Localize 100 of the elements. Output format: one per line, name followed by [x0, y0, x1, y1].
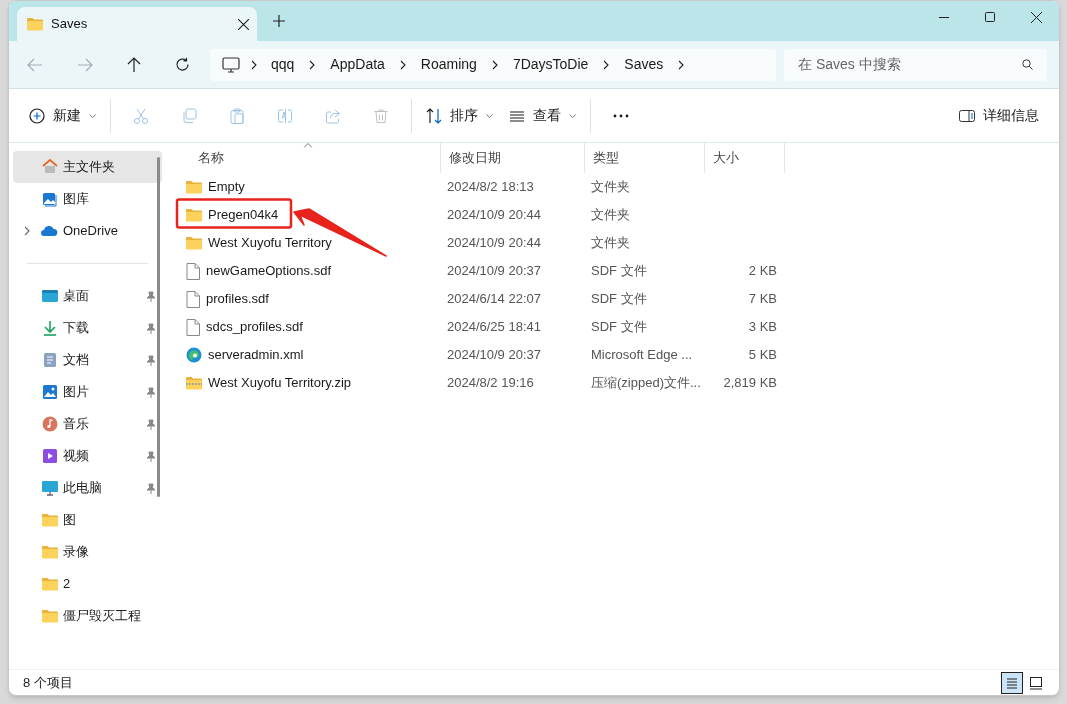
file-name[interactable]: profiles.sdf — [206, 289, 269, 309]
document-icon — [41, 351, 59, 369]
more-icon — [613, 113, 629, 118]
sort-button[interactable]: 排序 — [418, 99, 501, 132]
sidebar-item[interactable]: 僵尸毁灭工程 — [13, 600, 162, 632]
column-header[interactable]: 类型 — [585, 143, 705, 173]
folder-icon — [186, 180, 202, 194]
document-icon — [186, 290, 200, 308]
file-name[interactable]: newGameOptions.sdf — [206, 261, 331, 281]
music-note-icon — [41, 415, 59, 433]
file-name[interactable]: West Xuyofu Territory.zip — [208, 373, 352, 393]
chevron-right-icon[interactable] — [399, 59, 406, 70]
up-arrow-icon[interactable] — [127, 56, 141, 73]
breadcrumb-item[interactable]: AppData — [327, 54, 388, 75]
folder-icon — [41, 543, 59, 561]
file-name[interactable]: Empty — [208, 177, 245, 197]
sidebar-item[interactable]: 此电脑 — [13, 472, 162, 504]
chevron-right-icon[interactable] — [309, 59, 316, 70]
sidebar-item[interactable]: 主文件夹 — [13, 151, 162, 183]
sidebar-item[interactable]: 桌面 — [13, 280, 162, 312]
column-header[interactable]: 修改日期 — [441, 143, 585, 173]
breadcrumb-item[interactable]: Roaming — [417, 54, 480, 75]
table-cell-text: 5 KB — [747, 346, 778, 365]
table-cell-text: 文件夹 — [590, 234, 631, 253]
picture-icon — [41, 383, 59, 401]
pin-icon[interactable] — [146, 418, 156, 430]
folder-icon — [186, 236, 202, 250]
view-button[interactable]: 查看 — [501, 99, 584, 132]
sidebar-item[interactable]: 2 — [13, 568, 162, 600]
pin-icon[interactable] — [146, 482, 156, 494]
chevron-right-icon[interactable] — [251, 59, 257, 70]
table-cell-text: 文件夹 — [590, 206, 631, 225]
pin-icon[interactable] — [146, 450, 156, 462]
house-icon — [41, 158, 59, 176]
back-arrow-icon[interactable] — [27, 57, 43, 72]
video-icon — [41, 447, 59, 465]
breadcrumb-item[interactable]: 7DaysToDie — [509, 54, 592, 75]
sidebar-item[interactable]: 图片 — [13, 376, 162, 408]
table-cell-text: 2024/8/2 19:16 — [446, 374, 535, 393]
sidebar-item[interactable]: 图 — [13, 504, 162, 536]
file-name[interactable]: serveradmin.xml — [208, 345, 304, 365]
table-cell-text: SDF 文件 — [590, 290, 648, 309]
minimize-icon — [939, 16, 949, 18]
file-name[interactable]: Pregen04k4 — [208, 205, 279, 225]
search-field[interactable]: 在 Saves 中搜索 — [784, 48, 1047, 81]
chevron-right-icon[interactable] — [678, 59, 685, 70]
panel-icon — [959, 109, 975, 122]
sort-arrows-icon — [426, 107, 442, 124]
table-cell-text: 2024/10/9 20:44 — [446, 234, 542, 253]
pin-icon[interactable] — [146, 386, 156, 398]
file-name[interactable]: sdcs_profiles.sdf — [206, 317, 303, 337]
caret-icon — [486, 113, 493, 118]
gallery-icon — [41, 190, 59, 208]
download-arrow-icon — [41, 319, 59, 337]
breadcrumb-item[interactable]: Saves — [621, 54, 667, 75]
new-button[interactable]: 新建 — [21, 99, 104, 132]
close-tab-icon[interactable] — [238, 18, 249, 30]
sidebar-item[interactable]: OneDrive — [13, 215, 162, 247]
table-cell-text: 压缩(zipped)文件... — [590, 374, 702, 393]
file-name[interactable]: West Xuyofu Territory — [208, 233, 332, 253]
chevron-right-icon[interactable] — [491, 59, 498, 70]
table-cell-text: 2024/10/9 20:37 — [446, 346, 542, 365]
trash-icon — [373, 107, 389, 124]
details-view-button[interactable] — [1001, 671, 1023, 694]
pin-icon[interactable] — [146, 290, 156, 302]
forward-arrow-icon[interactable] — [77, 57, 93, 72]
table-cell-text: 2,819 KB — [722, 374, 778, 393]
pin-icon[interactable] — [146, 354, 156, 366]
table-cell-text: 文件夹 — [590, 178, 631, 197]
table-cell-text: 2024/6/14 22:07 — [446, 290, 542, 309]
document-icon — [186, 262, 200, 280]
browser-icon — [186, 347, 202, 363]
sidebar-item[interactable]: 音乐 — [13, 408, 162, 440]
breadcrumb-item[interactable]: qqq — [268, 54, 298, 75]
column-header[interactable]: 名称 — [176, 143, 441, 173]
pin-icon[interactable] — [146, 322, 156, 334]
caret-icon — [569, 113, 576, 118]
monitor-icon — [41, 479, 59, 497]
status-text: 8 个项目 — [23, 673, 73, 692]
details-pane-button[interactable]: 详细信息 — [951, 99, 1047, 132]
tab[interactable]: Saves — [17, 7, 257, 41]
scrollbar[interactable] — [157, 157, 160, 497]
sidebar-item[interactable]: 视频 — [13, 440, 162, 472]
computer-icon — [222, 56, 240, 73]
address-bar[interactable]: qqq AppData Roaming 7DaysToDie Saves — [210, 48, 776, 81]
sidebar-item[interactable]: 文档 — [13, 344, 162, 376]
scissors-icon — [133, 107, 149, 124]
folder-icon — [41, 607, 59, 625]
table-cell-text: 3 KB — [747, 318, 778, 337]
sidebar-item[interactable]: 录像 — [13, 536, 162, 568]
sidebar-item[interactable]: 图库 — [13, 183, 162, 215]
folder-icon — [27, 17, 43, 31]
sidebar-item[interactable]: 下载 — [13, 312, 162, 344]
table-cell-text: 7 KB — [747, 290, 778, 309]
refresh-icon[interactable] — [175, 57, 190, 72]
column-header[interactable]: 大小 — [705, 143, 785, 173]
table-cell-text: 2024/10/9 20:44 — [446, 206, 542, 225]
table-cell-text: SDF 文件 — [590, 318, 648, 337]
plus-circle-icon — [29, 107, 45, 124]
chevron-right-icon[interactable] — [603, 59, 610, 70]
